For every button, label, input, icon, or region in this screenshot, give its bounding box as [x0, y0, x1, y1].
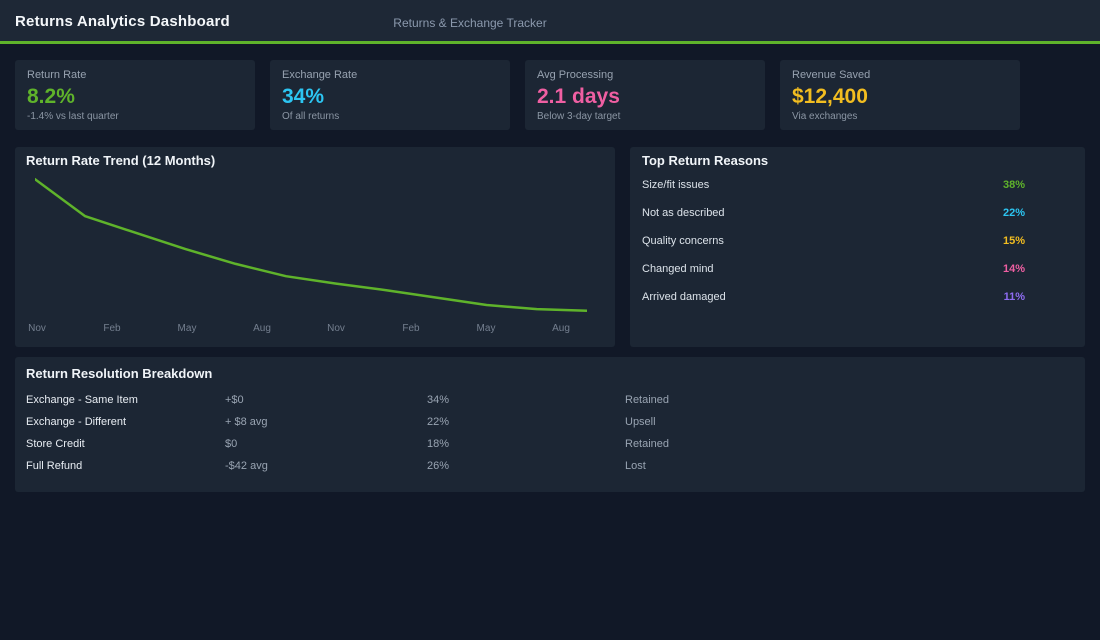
table-row: Exchange - Different + $8 avg 22% Upsell: [26, 411, 1074, 433]
table-row: Full Refund -$42 avg 26% Lost: [26, 455, 1074, 477]
kpi-subtext: Via exchanges: [792, 111, 858, 122]
resolution-delta: $0: [225, 438, 238, 450]
table-row: Store Credit $0 18% Retained: [26, 433, 1074, 455]
reason-percent: 38%: [1002, 179, 1025, 191]
x-tick-label: Nov: [28, 323, 46, 334]
x-tick-label: Aug: [253, 323, 271, 334]
resolution-breakdown-panel: Return Resolution Breakdown Exchange - S…: [15, 357, 1085, 492]
reason-percent: 15%: [1002, 235, 1025, 247]
trend-line-chart: [35, 177, 587, 313]
kpi-value: 2.1 days: [537, 85, 620, 108]
resolution-method: Store Credit: [26, 438, 85, 450]
resolution-delta: +$0: [225, 394, 244, 406]
list-item: Arrived damaged 11%: [642, 283, 1025, 311]
x-tick-label: Nov: [327, 323, 345, 334]
x-tick-label: May: [177, 323, 197, 334]
kpi-card-return-rate: Return Rate 8.2% -1.4% vs last quarter: [15, 60, 255, 130]
resolution-share: 18%: [427, 438, 450, 450]
resolution-table: Exchange - Same Item +$0 34% Retained Ex…: [26, 389, 1074, 477]
list-item: Quality concerns 15%: [642, 227, 1025, 255]
resolution-share: 26%: [427, 460, 450, 472]
reason-label: Size/fit issues: [642, 179, 710, 191]
x-tick-label: Aug: [552, 323, 570, 334]
trend-chart-title: Return Rate Trend (12 Months): [26, 153, 216, 168]
resolution-outcome: Retained: [625, 438, 670, 450]
resolution-outcome: Retained: [625, 394, 670, 406]
resolution-share: 22%: [427, 416, 450, 428]
resolution-delta: + $8 avg: [225, 416, 268, 428]
kpi-value: 34%: [282, 85, 325, 108]
reason-label: Not as described: [642, 207, 725, 219]
kpi-value: 8.2%: [27, 85, 75, 108]
trend-x-axis: Nov Feb May Aug Nov Feb May Aug: [15, 323, 615, 337]
app-header: Returns Analytics Dashboard Returns & Ex…: [0, 0, 1100, 44]
reason-percent: 14%: [1002, 263, 1025, 275]
kpi-label: Revenue Saved: [792, 69, 871, 81]
kpi-card-avg-processing: Avg Processing 2.1 days Below 3-day targ…: [525, 60, 765, 130]
reason-label: Arrived damaged: [642, 291, 726, 303]
x-tick-label: Feb: [103, 323, 121, 334]
reasons-title: Top Return Reasons: [642, 153, 769, 168]
table-row: Exchange - Same Item +$0 34% Retained: [26, 389, 1074, 411]
page-title: Returns Analytics Dashboard: [15, 13, 230, 30]
resolution-outcome: Upsell: [625, 416, 656, 428]
kpi-card-exchange-rate: Exchange Rate 34% Of all returns: [270, 60, 510, 130]
resolution-method: Exchange - Different: [26, 416, 127, 428]
list-item: Changed mind 14%: [642, 255, 1025, 283]
resolution-method: Full Refund: [26, 460, 83, 472]
trend-chart-panel: Return Rate Trend (12 Months) Nov Feb Ma…: [15, 147, 615, 347]
kpi-value: $12,400: [792, 85, 868, 108]
resolution-share: 34%: [427, 394, 450, 406]
x-tick-label: May: [476, 323, 496, 334]
list-item: Not as described 22%: [642, 199, 1025, 227]
kpi-card-revenue-saved: Revenue Saved $12,400 Via exchanges: [780, 60, 1020, 130]
resolution-method: Exchange - Same Item: [26, 394, 138, 406]
kpi-subtext: -1.4% vs last quarter: [27, 111, 119, 122]
reason-label: Quality concerns: [642, 235, 724, 247]
resolution-title: Return Resolution Breakdown: [26, 366, 213, 381]
reason-percent: 22%: [1002, 207, 1025, 219]
resolution-outcome: Lost: [625, 460, 646, 472]
kpi-subtext: Of all returns: [282, 111, 340, 122]
resolution-delta: -$42 avg: [225, 460, 268, 472]
kpi-subtext: Below 3-day target: [537, 111, 621, 122]
x-tick-label: Feb: [402, 323, 420, 334]
kpi-label: Avg Processing: [537, 69, 614, 81]
kpi-label: Return Rate: [27, 69, 87, 81]
kpi-row: Return Rate 8.2% -1.4% vs last quarter E…: [15, 60, 1020, 130]
list-item: Size/fit issues 38%: [642, 171, 1025, 199]
reason-label: Changed mind: [642, 263, 714, 275]
app-subtitle: Returns & Exchange Tracker: [393, 16, 547, 30]
reasons-list: Size/fit issues 38% Not as described 22%…: [642, 171, 1025, 311]
top-return-reasons-panel: Top Return Reasons Size/fit issues 38% N…: [630, 147, 1085, 347]
kpi-label: Exchange Rate: [282, 69, 358, 81]
trend-line: [35, 177, 587, 313]
reason-percent: 11%: [1003, 291, 1025, 303]
